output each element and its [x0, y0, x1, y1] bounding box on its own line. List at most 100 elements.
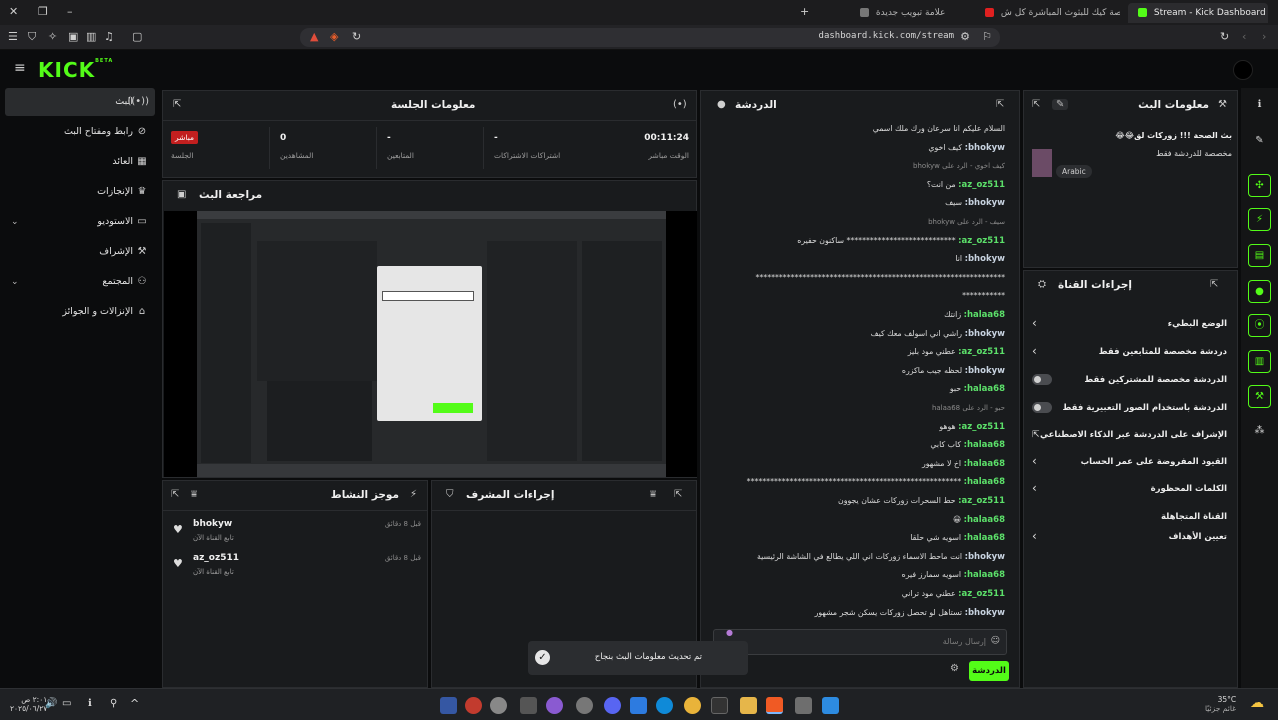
wrench-icon[interactable]: ⚒: [1248, 385, 1271, 408]
chat-settings-icon[interactable]: ⚙: [950, 663, 959, 674]
filter-icon[interactable]: ⩸: [191, 489, 197, 500]
security-app-icon[interactable]: [440, 697, 457, 714]
chat-username[interactable]: halaa68:: [964, 533, 1005, 543]
discord-icon[interactable]: [604, 697, 621, 714]
chat-username[interactable]: az_oz511:: [958, 496, 1005, 506]
emoji-icon[interactable]: ☺: [991, 636, 1000, 646]
sidebar-item-community[interactable]: ⚇ المجتمع ⌄: [5, 268, 155, 296]
sidebar-item-stream-key[interactable]: ⊘ رابط ومفتاح البث: [5, 118, 155, 146]
popout-icon[interactable]: ⇱: [1032, 99, 1040, 110]
chat-username[interactable]: bhokyw:: [965, 552, 1005, 562]
app-icon[interactable]: [795, 697, 812, 714]
screenshot-icon[interactable]: ▢: [132, 31, 142, 43]
activity-username[interactable]: az_oz511: [193, 553, 239, 563]
bookmark-icon[interactable]: ⚐: [982, 31, 992, 43]
app-icon[interactable]: [465, 697, 482, 714]
music-icon[interactable]: ♫: [104, 31, 114, 43]
channel-action-row[interactable]: الكلمات المحظورة ›: [1032, 478, 1229, 504]
chat-username[interactable]: bhokyw:: [965, 198, 1005, 208]
sidebar-item-drops[interactable]: ⌂ الإنزالات و الجوائز: [5, 298, 155, 326]
brave-shield-icon[interactable]: ◈: [330, 31, 338, 43]
chat-username[interactable]: halaa68:: [964, 515, 1005, 525]
chat-username[interactable]: bhokyw:: [965, 608, 1005, 618]
chat-username[interactable]: az_oz511:: [958, 589, 1005, 599]
extensions-icon[interactable]: ✧: [48, 31, 57, 43]
popout-icon[interactable]: ⇱: [173, 99, 181, 110]
edit-icon[interactable]: ✎: [1248, 130, 1271, 153]
tab-new-tab[interactable]: علامة تبويب جديدة: [850, 3, 970, 23]
popout-icon[interactable]: ⇱: [1210, 279, 1218, 290]
popout-icon[interactable]: ⇱: [171, 489, 179, 500]
send-chat-button[interactable]: الدردشة: [969, 661, 1009, 681]
toggle-switch[interactable]: [1032, 402, 1052, 413]
edge-icon[interactable]: [656, 697, 673, 714]
app-icon[interactable]: [520, 697, 537, 714]
back-icon[interactable]: ›: [1262, 31, 1266, 43]
shield-icon[interactable]: ⛉: [28, 31, 36, 43]
weather-widget[interactable]: 35°C غائم جزئيًا: [1205, 695, 1236, 713]
app-icon[interactable]: [546, 697, 563, 714]
chat-username[interactable]: bhokyw:: [965, 254, 1005, 264]
network-icon[interactable]: ℹ: [88, 698, 92, 709]
sidebar-item-moderation[interactable]: ⚒ الإشراف: [5, 238, 155, 266]
channel-action-row[interactable]: الدردشة باستخدام الصور التعبيرية فقط: [1032, 397, 1229, 423]
bolt-icon[interactable]: ⚡: [1248, 208, 1271, 231]
channel-action-row[interactable]: الدردشة مخصصة للمشتركين فقط: [1032, 369, 1229, 395]
chat-username[interactable]: halaa68:: [964, 477, 1005, 487]
start-icon[interactable]: [822, 697, 839, 714]
chat-username[interactable]: az_oz511:: [958, 422, 1005, 432]
sidebar-item-revenue[interactable]: ▦ العائد: [5, 148, 155, 176]
channel-action-row[interactable]: القيود المفروضة على عمر الحساب ›: [1032, 451, 1229, 477]
refresh-icon[interactable]: ↻: [1220, 31, 1229, 43]
clock[interactable]: ٢:٠١ ص ٢٠٢٥/٠٦/٢٧: [10, 695, 47, 713]
battery-icon[interactable]: ▭: [62, 698, 71, 709]
popout-icon[interactable]: ⇱: [674, 489, 682, 500]
file-explorer-icon[interactable]: [740, 697, 757, 714]
microphone-icon[interactable]: ⚲: [110, 698, 117, 709]
close-window-icon[interactable]: ✕: [9, 6, 18, 18]
chat-username[interactable]: halaa68:: [964, 459, 1005, 469]
reload-icon[interactable]: ↻: [352, 31, 361, 43]
mod-actions-icon[interactable]: ▥: [1248, 350, 1271, 373]
settings-icon[interactable]: [576, 697, 593, 714]
sidebar-item-studio[interactable]: ▭ الاستوديو ⌄: [5, 208, 155, 236]
store-icon[interactable]: [630, 697, 647, 714]
new-tab-button[interactable]: +: [800, 6, 809, 18]
filter-icon[interactable]: ⩸: [650, 489, 656, 500]
activity-username[interactable]: bhokyw: [193, 519, 232, 529]
channel-action-row[interactable]: الإشراف على الدردشة عبر الذكاء الاصطناعي…: [1032, 424, 1229, 450]
brave-icon[interactable]: [766, 697, 783, 714]
menu-icon[interactable]: ☰: [8, 31, 18, 43]
forward-icon[interactable]: ‹: [1242, 31, 1246, 43]
hamburger-menu-icon[interactable]: ≡: [14, 61, 26, 75]
chat-username[interactable]: halaa68:: [964, 440, 1005, 450]
info-icon[interactable]: ℹ: [1248, 94, 1271, 117]
chevron-up-icon[interactable]: ^: [130, 697, 139, 710]
kick-logo[interactable]: KICKBETA: [38, 58, 113, 82]
edit-icon[interactable]: ✎: [1052, 99, 1069, 110]
sidebar-item-stream[interactable]: ((•)) البث: [5, 88, 155, 116]
chat-username[interactable]: halaa68:: [964, 570, 1005, 580]
notes-icon[interactable]: ▤: [1248, 244, 1271, 267]
toggle-switch[interactable]: [1032, 374, 1052, 385]
sidebar-item-achievements[interactable]: ♛ الإنجازات: [5, 178, 155, 206]
address-bar[interactable]: ▲ ◈ ↻ dashboard.kick.com/stream ⚙ ⚐: [300, 28, 1000, 47]
minimize-window-icon[interactable]: –: [67, 6, 73, 18]
chat-username[interactable]: az_oz511:: [958, 180, 1005, 190]
stream-video-player[interactable]: [164, 211, 697, 477]
chat-username[interactable]: bhokyw:: [965, 143, 1005, 153]
channel-action-row[interactable]: تعيين الأهداف ›: [1032, 526, 1229, 552]
add-widget-icon[interactable]: ⁂: [1248, 420, 1271, 443]
volume-icon[interactable]: 🔊: [45, 698, 57, 709]
chat-username[interactable]: az_oz511:: [958, 347, 1005, 357]
chat-icon[interactable]: ●: [1248, 280, 1271, 303]
tabs-icon[interactable]: ▣: [68, 31, 78, 43]
chat-username[interactable]: bhokyw:: [965, 329, 1005, 339]
site-settings-icon[interactable]: ⚙: [960, 31, 970, 43]
tab-youtube[interactable]: شرح منصة كيك للبثوث المباشرة كل ش...: [975, 3, 1120, 23]
moderation-tools-icon[interactable]: ✣: [1248, 174, 1271, 197]
obs-icon[interactable]: [490, 697, 507, 714]
chat-username[interactable]: halaa68:: [964, 384, 1005, 394]
user-avatar[interactable]: [1233, 60, 1253, 80]
channel-action-row[interactable]: دردشة مخصصة للمتابعين فقط ›: [1032, 341, 1229, 367]
